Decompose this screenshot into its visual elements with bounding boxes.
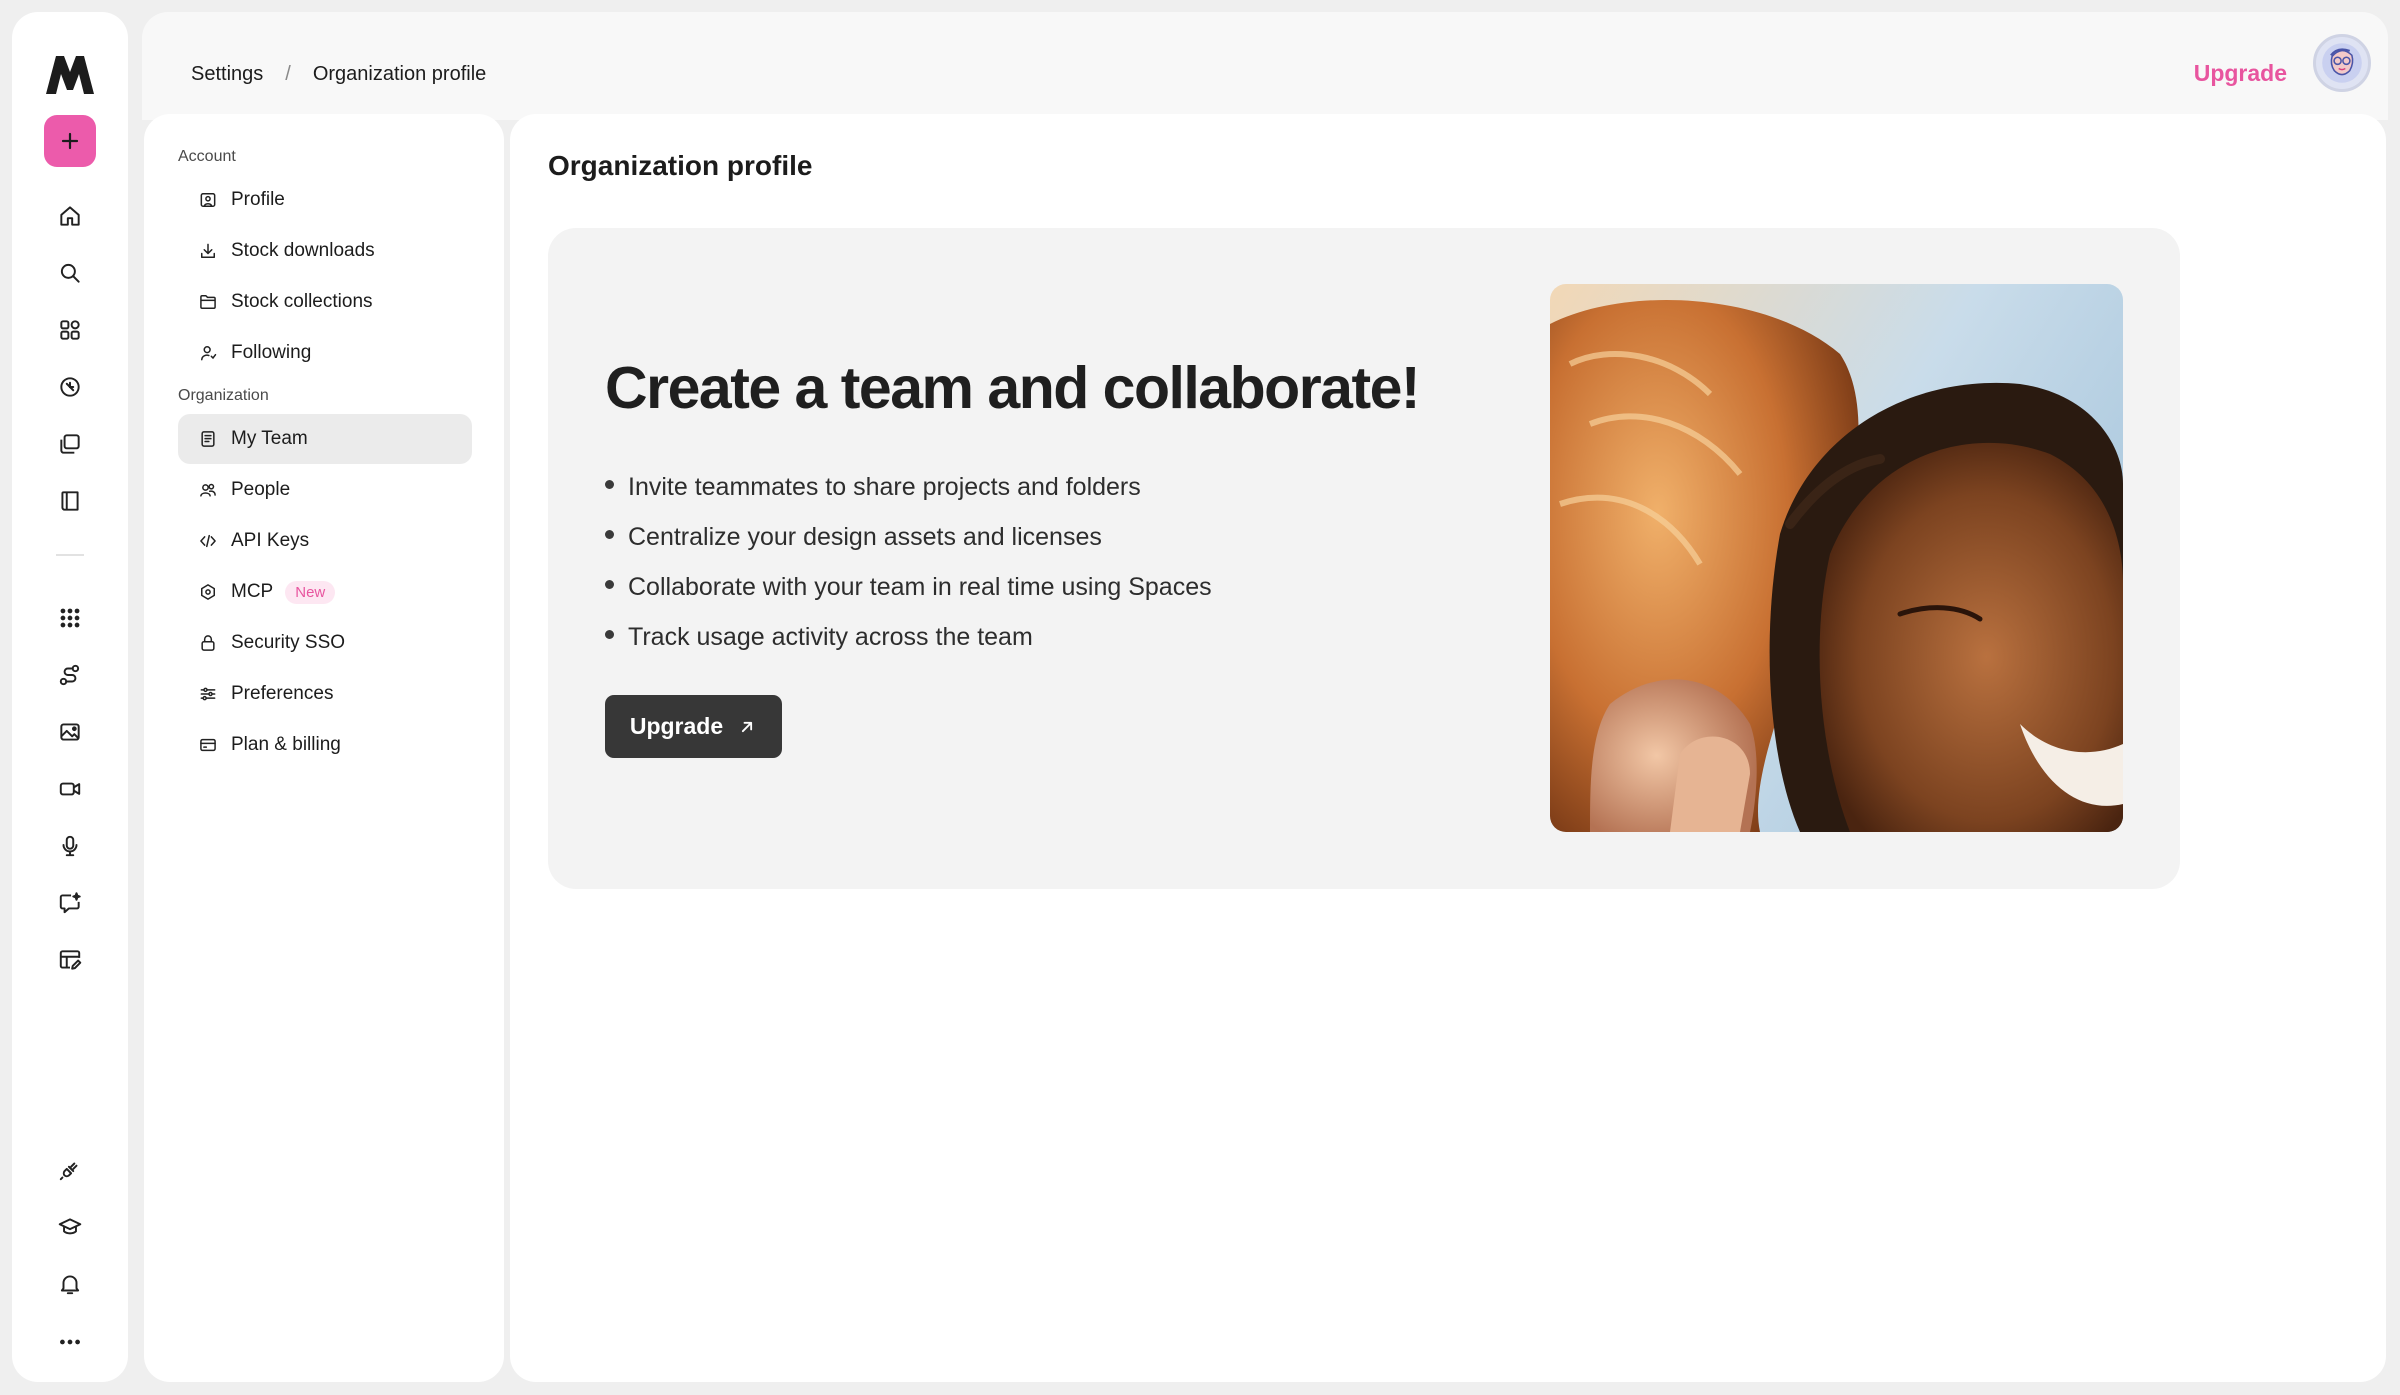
- sidebar-item-label: Following: [231, 342, 312, 363]
- sidebar-item-label: My Team: [231, 428, 308, 449]
- code-icon: [197, 530, 219, 552]
- list-item-text: Centralize your design assets and licens…: [628, 522, 1102, 551]
- list-item: Collaborate with your team in real time …: [605, 562, 1212, 612]
- sidebar-item-label: API Keys: [231, 530, 310, 551]
- download-icon: [197, 240, 219, 262]
- grid-icon[interactable]: [52, 600, 88, 636]
- sidebar-item-mcp[interactable]: MCP New: [178, 567, 472, 617]
- create-button[interactable]: [44, 115, 96, 167]
- sidebar-item-security-sso[interactable]: Security SSO: [178, 618, 472, 668]
- profile-icon: [197, 189, 219, 211]
- breadcrumb-current: Organization profile: [312, 63, 487, 85]
- team-doc-icon: [197, 428, 219, 450]
- sidebar-item-label: MCP: [231, 581, 274, 602]
- promo-photo: [1550, 284, 2123, 832]
- breadcrumb: Settings / Organization profile: [191, 63, 486, 86]
- avatar[interactable]: [2313, 34, 2371, 92]
- plus-icon: [61, 132, 79, 150]
- mcp-icon: [197, 581, 219, 603]
- sidebar-item-label: Security SSO: [231, 632, 346, 653]
- user-follow-icon: [197, 342, 219, 364]
- sidebar-item-people[interactable]: People: [178, 465, 472, 515]
- list-item-text: Invite teammates to share projects and f…: [628, 472, 1141, 501]
- video-icon[interactable]: [52, 771, 88, 807]
- apps-icon[interactable]: [52, 312, 88, 348]
- sidebar-item-my-team[interactable]: My Team: [178, 414, 472, 464]
- mic-icon[interactable]: [52, 828, 88, 864]
- home-icon[interactable]: [52, 198, 88, 234]
- sidebar-item-plan-billing[interactable]: Plan & billing: [178, 720, 472, 770]
- card-icon: [197, 734, 219, 756]
- sidebar-item-stock-downloads[interactable]: Stock downloads: [178, 226, 472, 276]
- workflow-icon[interactable]: [52, 657, 88, 693]
- breadcrumb-settings[interactable]: Settings: [191, 63, 263, 86]
- rail-divider: [56, 554, 84, 556]
- list-item: Centralize your design assets and licens…: [605, 512, 1212, 562]
- sidebar-item-label: Stock collections: [231, 291, 373, 312]
- bullet: [605, 629, 614, 639]
- book-icon[interactable]: [52, 483, 88, 519]
- chat-sparkle-icon[interactable]: [52, 885, 88, 921]
- sidebar-item-label: People: [231, 479, 291, 500]
- list-item-text: Track usage activity across the team: [628, 622, 1033, 651]
- more-icon[interactable]: [52, 1324, 88, 1360]
- image-edit-icon[interactable]: [52, 714, 88, 750]
- sidebar-item-api-keys[interactable]: API Keys: [178, 516, 472, 566]
- sidebar-item-stock-collections[interactable]: Stock collections: [178, 277, 472, 327]
- app-rail: [12, 12, 128, 1382]
- avatar-illustration-icon: [2322, 43, 2362, 83]
- upgrade-button[interactable]: Upgrade: [605, 695, 782, 758]
- sliders-icon: [197, 683, 219, 705]
- breadcrumb-separator: /: [285, 63, 291, 85]
- page-title: Organization profile: [548, 150, 813, 181]
- upgrade-button-label: Upgrade: [629, 713, 724, 739]
- people-icon: [197, 479, 219, 501]
- bullet: [605, 479, 614, 489]
- bullet: [605, 529, 614, 539]
- top-bar: Settings / Organization profile Upgrade: [142, 12, 2388, 112]
- bullet: [605, 579, 614, 589]
- sidebar-item-label: Plan & billing: [231, 734, 341, 755]
- sidebar-item-following[interactable]: Following: [178, 328, 472, 378]
- sidebar-item-label: Preferences: [231, 683, 334, 704]
- sidebar-item-profile[interactable]: Profile: [178, 175, 472, 225]
- list-item: Track usage activity across the team: [605, 612, 1212, 662]
- lock-icon: [197, 632, 219, 654]
- section-label-organization: Organization: [178, 387, 269, 404]
- sidebar-item-preferences[interactable]: Preferences: [178, 669, 472, 719]
- settings-sidebar: Account Profile Stock downloads Stock co…: [144, 114, 504, 1382]
- bell-icon[interactable]: [52, 1266, 88, 1302]
- promo-feature-list: Invite teammates to share projects and f…: [605, 462, 1212, 662]
- sidebar-item-label: Stock downloads: [231, 240, 375, 261]
- team-promo-card: Create a team and collaborate! Invite te…: [548, 228, 2180, 889]
- upgrade-link[interactable]: Upgrade: [2194, 60, 2287, 87]
- search-icon[interactable]: [52, 255, 88, 291]
- new-badge: New: [285, 580, 336, 604]
- template-edit-icon[interactable]: [52, 942, 88, 978]
- compass-icon[interactable]: [52, 369, 88, 405]
- learn-icon[interactable]: [52, 1209, 88, 1245]
- sidebar-item-label: Profile: [231, 189, 285, 210]
- list-item: Invite teammates to share projects and f…: [605, 462, 1212, 512]
- arrow-up-right-icon: [742, 721, 753, 732]
- main-content: Organization profile Create a team and c…: [510, 114, 2386, 1382]
- section-label-account: Account: [178, 148, 236, 165]
- app-logo[interactable]: [44, 52, 96, 96]
- promo-heading: Create a team and collaborate!: [605, 355, 1421, 421]
- folder-icon: [197, 291, 219, 313]
- list-item-text: Collaborate with your team in real time …: [628, 572, 1212, 601]
- plugin-icon[interactable]: [52, 1152, 88, 1188]
- collections-icon[interactable]: [52, 426, 88, 462]
